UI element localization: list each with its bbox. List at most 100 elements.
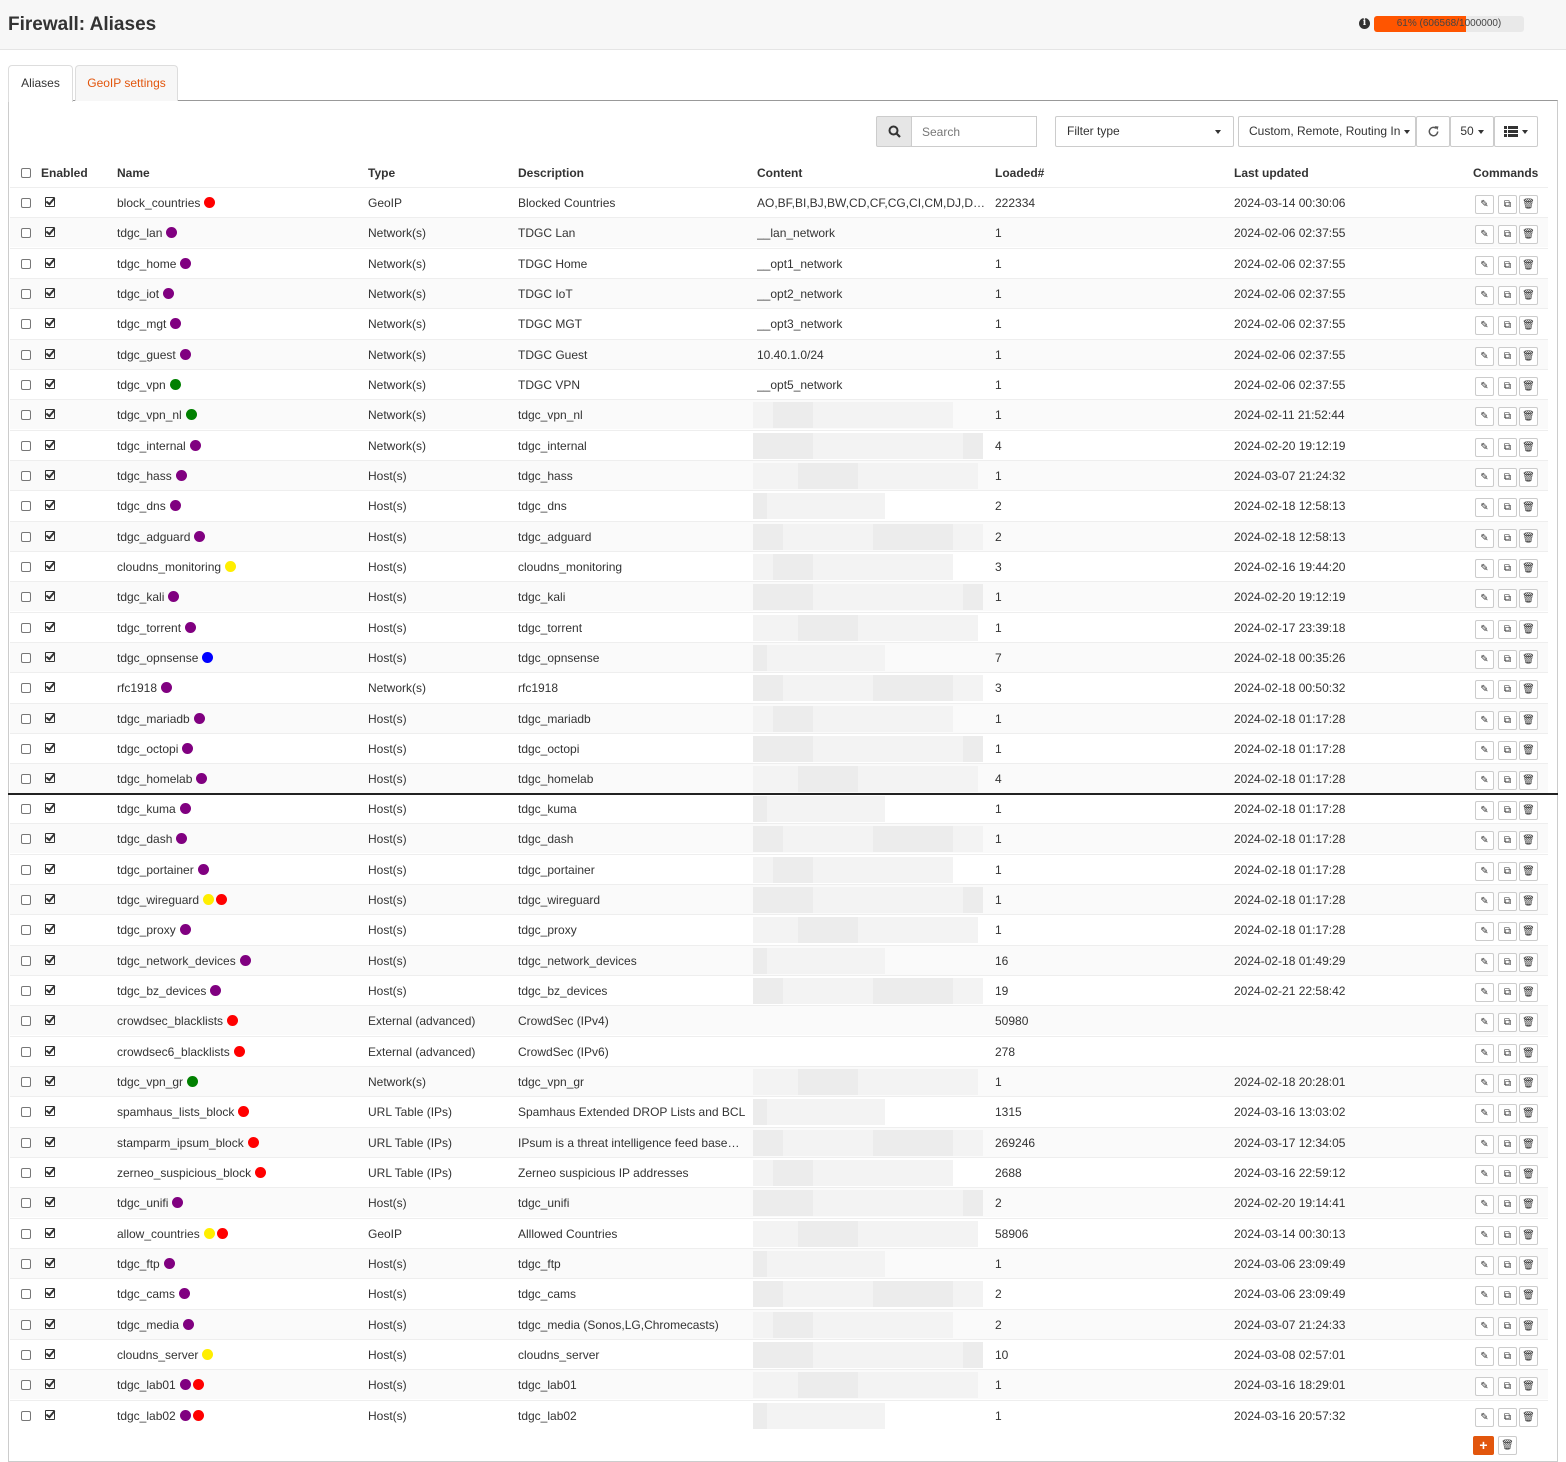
enabled-toggle-icon[interactable] <box>45 227 55 237</box>
edit-button[interactable]: ✎ <box>1475 407 1494 426</box>
delete-button[interactable]: 🗑 <box>1519 620 1538 639</box>
clone-button[interactable]: ⧉ <box>1498 892 1517 911</box>
row-select-checkbox[interactable] <box>21 653 31 663</box>
enabled-toggle-icon[interactable] <box>45 1076 55 1086</box>
row-select-checkbox[interactable] <box>21 774 31 784</box>
row-select-checkbox[interactable] <box>21 1259 31 1269</box>
delete-button[interactable]: 🗑 <box>1519 559 1538 578</box>
edit-button[interactable]: ✎ <box>1475 529 1494 548</box>
delete-button[interactable]: 🗑 <box>1519 1195 1538 1214</box>
clone-button[interactable]: ⧉ <box>1498 650 1517 669</box>
row-select-checkbox[interactable] <box>21 1077 31 1087</box>
delete-button[interactable]: 🗑 <box>1519 316 1538 335</box>
table-row[interactable]: tdgc_lan Network(s) TDGC Lan __lan_network 1… <box>10 217 1548 247</box>
edit-button[interactable]: ✎ <box>1475 922 1494 941</box>
edit-button[interactable]: ✎ <box>1475 1135 1494 1154</box>
delete-button[interactable]: 🗑 <box>1519 983 1538 1002</box>
enabled-toggle-icon[interactable] <box>45 1349 55 1359</box>
delete-button[interactable]: 🗑 <box>1519 892 1538 911</box>
table-row[interactable]: zerneo_suspicious_block URL Table (IPs) Ze… <box>10 1157 1548 1187</box>
clone-button[interactable]: ⧉ <box>1498 620 1517 639</box>
row-select-checkbox[interactable] <box>21 319 31 329</box>
enabled-toggle-icon[interactable] <box>45 773 55 783</box>
edit-button[interactable]: ✎ <box>1475 195 1494 214</box>
table-row[interactable]: tdgc_ftp Host(s) tdgc_ftp 1 2024-03-06 23:09… <box>10 1248 1548 1278</box>
edit-button[interactable]: ✎ <box>1475 256 1494 275</box>
delete-button[interactable]: 🗑 <box>1519 589 1538 608</box>
delete-button[interactable]: 🗑 <box>1519 741 1538 760</box>
delete-button[interactable]: 🗑 <box>1519 529 1538 548</box>
row-select-checkbox[interactable] <box>21 1198 31 1208</box>
delete-button[interactable]: 🗑 <box>1519 498 1538 517</box>
clone-button[interactable]: ⧉ <box>1498 1256 1517 1275</box>
delete-button[interactable]: 🗑 <box>1519 1226 1538 1245</box>
enabled-toggle-icon[interactable] <box>45 379 55 389</box>
search-button[interactable] <box>876 116 912 147</box>
delete-button[interactable]: 🗑 <box>1519 862 1538 881</box>
table-row[interactable]: tdgc_unifi Host(s) tdgc_unifi 2 2024-02-20 1… <box>10 1187 1548 1217</box>
row-select-checkbox[interactable] <box>21 986 31 996</box>
delete-button[interactable]: 🗑 <box>1519 1286 1538 1305</box>
enabled-toggle-icon[interactable] <box>45 591 55 601</box>
table-row[interactable]: tdgc_dns Host(s) tdgc_dns 2 2024-02-18 12:58… <box>10 490 1548 520</box>
clone-button[interactable]: ⧉ <box>1498 468 1517 487</box>
delete-button[interactable]: 🗑 <box>1519 286 1538 305</box>
edit-button[interactable]: ✎ <box>1475 862 1494 881</box>
row-select-checkbox[interactable] <box>21 441 31 451</box>
delete-button[interactable]: 🗑 <box>1519 407 1538 426</box>
table-row[interactable]: tdgc_kuma Host(s) tdgc_kuma 1 2024-02-18 01:… <box>10 793 1548 823</box>
delete-button[interactable]: 🗑 <box>1519 438 1538 457</box>
column-header-content[interactable]: Content <box>757 166 802 180</box>
edit-button[interactable]: ✎ <box>1475 892 1494 911</box>
column-header-name[interactable]: Name <box>117 166 150 180</box>
edit-button[interactable]: ✎ <box>1475 589 1494 608</box>
row-select-checkbox[interactable] <box>21 1168 31 1178</box>
table-row[interactable]: tdgc_mgt Network(s) TDGC MGT __opt3_network… <box>10 308 1548 338</box>
edit-button[interactable]: ✎ <box>1475 771 1494 790</box>
edit-button[interactable]: ✎ <box>1475 316 1494 335</box>
filter-type-select[interactable]: Filter type <box>1055 116 1234 147</box>
delete-button[interactable]: 🗑 <box>1519 1256 1538 1275</box>
row-select-checkbox[interactable] <box>21 532 31 542</box>
delete-button[interactable]: 🗑 <box>1519 680 1538 699</box>
edit-button[interactable]: ✎ <box>1475 1408 1494 1427</box>
enabled-toggle-icon[interactable] <box>45 440 55 450</box>
delete-button[interactable]: 🗑 <box>1519 922 1538 941</box>
delete-button[interactable]: 🗑 <box>1519 256 1538 275</box>
enabled-toggle-icon[interactable] <box>45 1288 55 1298</box>
row-select-checkbox[interactable] <box>21 956 31 966</box>
enabled-toggle-icon[interactable] <box>45 1258 55 1268</box>
edit-button[interactable]: ✎ <box>1475 1044 1494 1063</box>
enabled-toggle-icon[interactable] <box>45 470 55 480</box>
row-select-checkbox[interactable] <box>21 834 31 844</box>
delete-button[interactable]: 🗑 <box>1519 801 1538 820</box>
table-row[interactable]: cloudns_monitoring Host(s) cloudns_monitor… <box>10 551 1548 581</box>
table-row[interactable]: crowdsec_blacklists External (advanced) Cr… <box>10 1005 1548 1035</box>
delete-button[interactable]: 🗑 <box>1519 650 1538 669</box>
edit-button[interactable]: ✎ <box>1475 1195 1494 1214</box>
clone-button[interactable]: ⧉ <box>1498 1165 1517 1184</box>
row-select-checkbox[interactable] <box>21 1289 31 1299</box>
row-select-checkbox[interactable] <box>21 714 31 724</box>
table-row[interactable]: tdgc_opnsense Host(s) tdgc_opnsense 7 2024-0… <box>10 642 1548 672</box>
clone-button[interactable]: ⧉ <box>1498 286 1517 305</box>
row-select-checkbox[interactable] <box>21 1320 31 1330</box>
enabled-toggle-icon[interactable] <box>45 349 55 359</box>
clone-button[interactable]: ⧉ <box>1498 407 1517 426</box>
select-all-checkbox[interactable] <box>21 168 31 178</box>
table-row[interactable]: tdgc_kali Host(s) tdgc_kali 1 2024-02-20 19:… <box>10 581 1548 611</box>
table-row[interactable]: rfc1918 Network(s) rfc1918 3 2024-02-18 00:5… <box>10 672 1548 702</box>
enabled-toggle-icon[interactable] <box>45 500 55 510</box>
enabled-toggle-icon[interactable] <box>45 1410 55 1420</box>
edit-button[interactable]: ✎ <box>1475 377 1494 396</box>
enabled-toggle-icon[interactable] <box>45 1046 55 1056</box>
delete-button[interactable]: 🗑 <box>1519 831 1538 850</box>
clone-button[interactable]: ⧉ <box>1498 195 1517 214</box>
delete-button[interactable]: 🗑 <box>1519 771 1538 790</box>
enabled-toggle-icon[interactable] <box>45 1167 55 1177</box>
table-row[interactable]: tdgc_lab02 Host(s) tdgc_lab02 1 2024-03-16 2… <box>10 1400 1548 1430</box>
clone-button[interactable]: ⧉ <box>1498 1377 1517 1396</box>
row-select-checkbox[interactable] <box>21 592 31 602</box>
row-select-checkbox[interactable] <box>21 804 31 814</box>
table-row[interactable]: tdgc_bz_devices Host(s) tdgc_bz_devices 19 2… <box>10 975 1548 1005</box>
